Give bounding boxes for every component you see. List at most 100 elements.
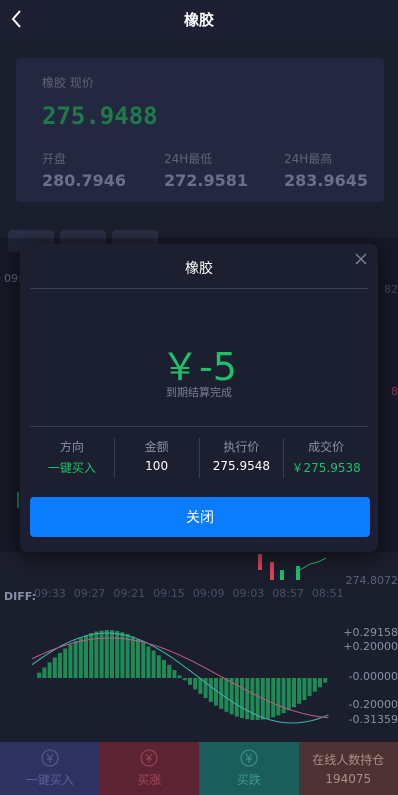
macd-bar <box>245 678 250 720</box>
macd-axis-5: -0.31359 <box>348 713 398 726</box>
high-label: 24H最高 <box>284 152 333 166</box>
direction-col: 方向 一键买入 <box>30 438 115 478</box>
settlement-result: ￥-5 <box>161 345 237 389</box>
macd-bar <box>47 662 52 678</box>
exec-price-value: 275.9548 <box>212 459 270 473</box>
candle <box>296 566 300 580</box>
macd-bar <box>37 672 42 678</box>
macd-bar <box>58 652 62 678</box>
current-price-label: 橡胶 现价 <box>42 76 94 90</box>
close-icon[interactable] <box>354 252 368 266</box>
candle <box>258 554 262 570</box>
macd-bar <box>208 678 213 702</box>
macd-bar <box>286 678 291 711</box>
macd-bar <box>146 646 151 678</box>
macd-bar <box>240 678 244 719</box>
page-title: 橡胶 <box>183 10 214 29</box>
online-holdings-count: 194075 <box>325 772 372 786</box>
yen-icon <box>240 749 258 767</box>
macd-bar <box>188 678 192 685</box>
open-value: 280.7946 <box>42 171 127 190</box>
macd-bar <box>193 678 198 690</box>
macd-bar <box>78 637 83 678</box>
current-price: 275.9488 <box>42 102 158 130</box>
time-tick: 09:15 <box>153 587 185 600</box>
time-tick: 09:33 <box>34 587 66 600</box>
macd-bar <box>141 642 146 678</box>
chevron-left-icon[interactable] <box>8 8 26 30</box>
high-stat: 24H最高 283.9645 <box>284 150 368 190</box>
macd-bar <box>99 630 104 678</box>
macd-bar <box>255 678 260 720</box>
macd-bar <box>323 678 328 683</box>
macd-bar <box>167 664 172 678</box>
macd-bar <box>302 678 307 700</box>
time-tick: 09:09 <box>192 587 225 600</box>
macd-bar <box>68 644 73 678</box>
exec-price-col: 执行价 275.9548 <box>200 438 285 478</box>
quote-card: 橡胶 现价 275.9488 开盘 280.7946 24H最低 272.958… <box>16 58 384 202</box>
macd-bar <box>52 657 57 678</box>
dialog-title: 橡胶 <box>185 261 213 277</box>
macd-bar <box>73 640 78 678</box>
macd-bar <box>307 678 312 696</box>
amount-label: 金额 <box>144 440 169 454</box>
buy-one-click-label: 一键买入 <box>25 773 74 787</box>
time-axis: 09:33 09:27 09:21 09:15 09:09 09:03 08:5… <box>34 587 344 600</box>
macd-bar <box>182 678 187 681</box>
time-tick: 08:51 <box>311 587 344 600</box>
low-stat: 24H最低 272.9581 <box>164 150 248 190</box>
close-button[interactable]: 关闭 <box>30 497 370 537</box>
macd-bar <box>151 650 156 678</box>
time-tick: 09:21 <box>113 587 146 600</box>
top-bar: 橡胶 <box>0 0 398 38</box>
macd-bar <box>266 678 270 719</box>
macd-axis-2: +0.20000 <box>343 640 398 653</box>
macd-bar <box>297 678 302 704</box>
direction-label: 方向 <box>59 440 84 454</box>
macd-bar <box>63 648 68 678</box>
yen-icon <box>140 749 158 767</box>
settlement-status: 到期结算完成 <box>166 386 232 399</box>
candle <box>270 562 274 580</box>
macd-bar <box>177 675 182 678</box>
deal-price-col: 成交价 ￥275.9538 <box>284 438 368 478</box>
macd-axis-1: +0.29158 <box>343 626 398 639</box>
price-line <box>299 557 327 571</box>
macd-bar <box>292 678 296 708</box>
time-tick: 09:27 <box>73 587 106 600</box>
macd-axis-4: -0.20000 <box>348 698 398 711</box>
amount-value: 100 <box>145 459 169 473</box>
macd-bar <box>234 678 239 717</box>
macd-bar <box>42 667 47 678</box>
buy-up-button[interactable]: 买涨 <box>99 742 199 795</box>
order-details: 方向 一键买入 金额 100 执行价 275.9548 成交价 ￥275.953… <box>30 438 368 478</box>
macd-bar <box>110 630 114 678</box>
macd-bar <box>276 678 281 716</box>
bottom-action-bar: 一键买入 买涨 买跌 在线人数持仓 194075 <box>0 742 398 795</box>
open-label: 开盘 <box>42 152 67 166</box>
exec-price-label: 执行价 <box>223 440 260 454</box>
buy-down-button[interactable]: 买跌 <box>199 742 299 795</box>
macd-bar <box>271 678 276 718</box>
macd-bar <box>198 678 203 694</box>
settlement-dialog: 橡胶 ￥-5 到期结算完成 方向 一键买入 金额 100 执行价 275.954… <box>20 244 378 552</box>
online-holdings: 在线人数持仓 194075 <box>298 742 398 795</box>
macd-bar <box>84 635 88 678</box>
macd-bar <box>136 639 140 678</box>
low-value: 272.9581 <box>164 171 249 190</box>
high-value: 283.9645 <box>284 171 369 190</box>
time-tick: 08:57 <box>272 587 304 600</box>
macd-bar <box>172 670 177 678</box>
buy-one-click-button[interactable]: 一键买入 <box>0 742 100 795</box>
macd-bar <box>156 655 161 678</box>
deal-price-label: 成交价 <box>308 440 345 454</box>
online-holdings-label: 在线人数持仓 <box>312 753 385 767</box>
macd-bar <box>162 659 166 678</box>
macd-bar <box>312 678 317 692</box>
time-tick: 09:03 <box>232 587 265 600</box>
yen-icon <box>41 749 59 767</box>
amount-col: 金额 100 <box>115 438 200 478</box>
divider <box>30 426 368 427</box>
macd-bar <box>224 678 229 712</box>
